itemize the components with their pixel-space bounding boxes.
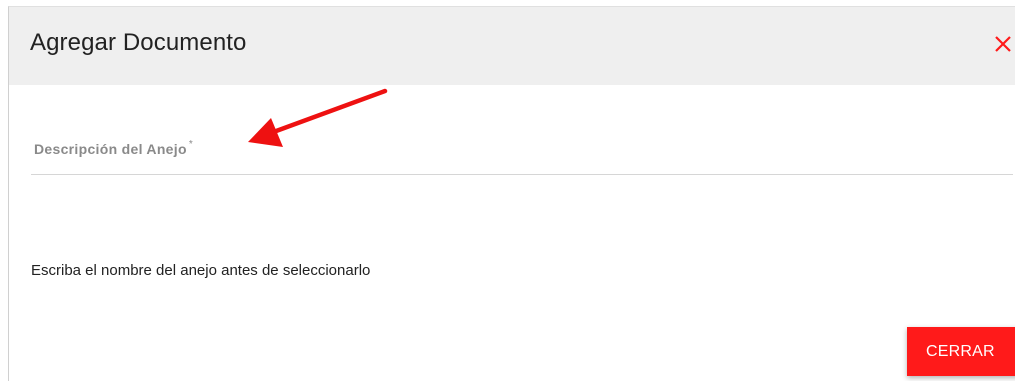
close-dialog-button[interactable]: CERRAR — [907, 327, 1015, 376]
add-document-dialog: Agregar Documento Descripción del Anejo *… — [8, 6, 1015, 381]
description-input[interactable] — [31, 135, 1013, 174]
dialog-header: Agregar Documento — [9, 7, 1015, 85]
description-field[interactable]: Descripción del Anejo * — [31, 135, 1013, 175]
help-text: Escriba el nombre del anejo antes de sel… — [31, 262, 371, 279]
dialog-title: Agregar Documento — [30, 29, 247, 56]
close-button[interactable] — [989, 27, 1015, 61]
close-icon — [989, 27, 1015, 61]
